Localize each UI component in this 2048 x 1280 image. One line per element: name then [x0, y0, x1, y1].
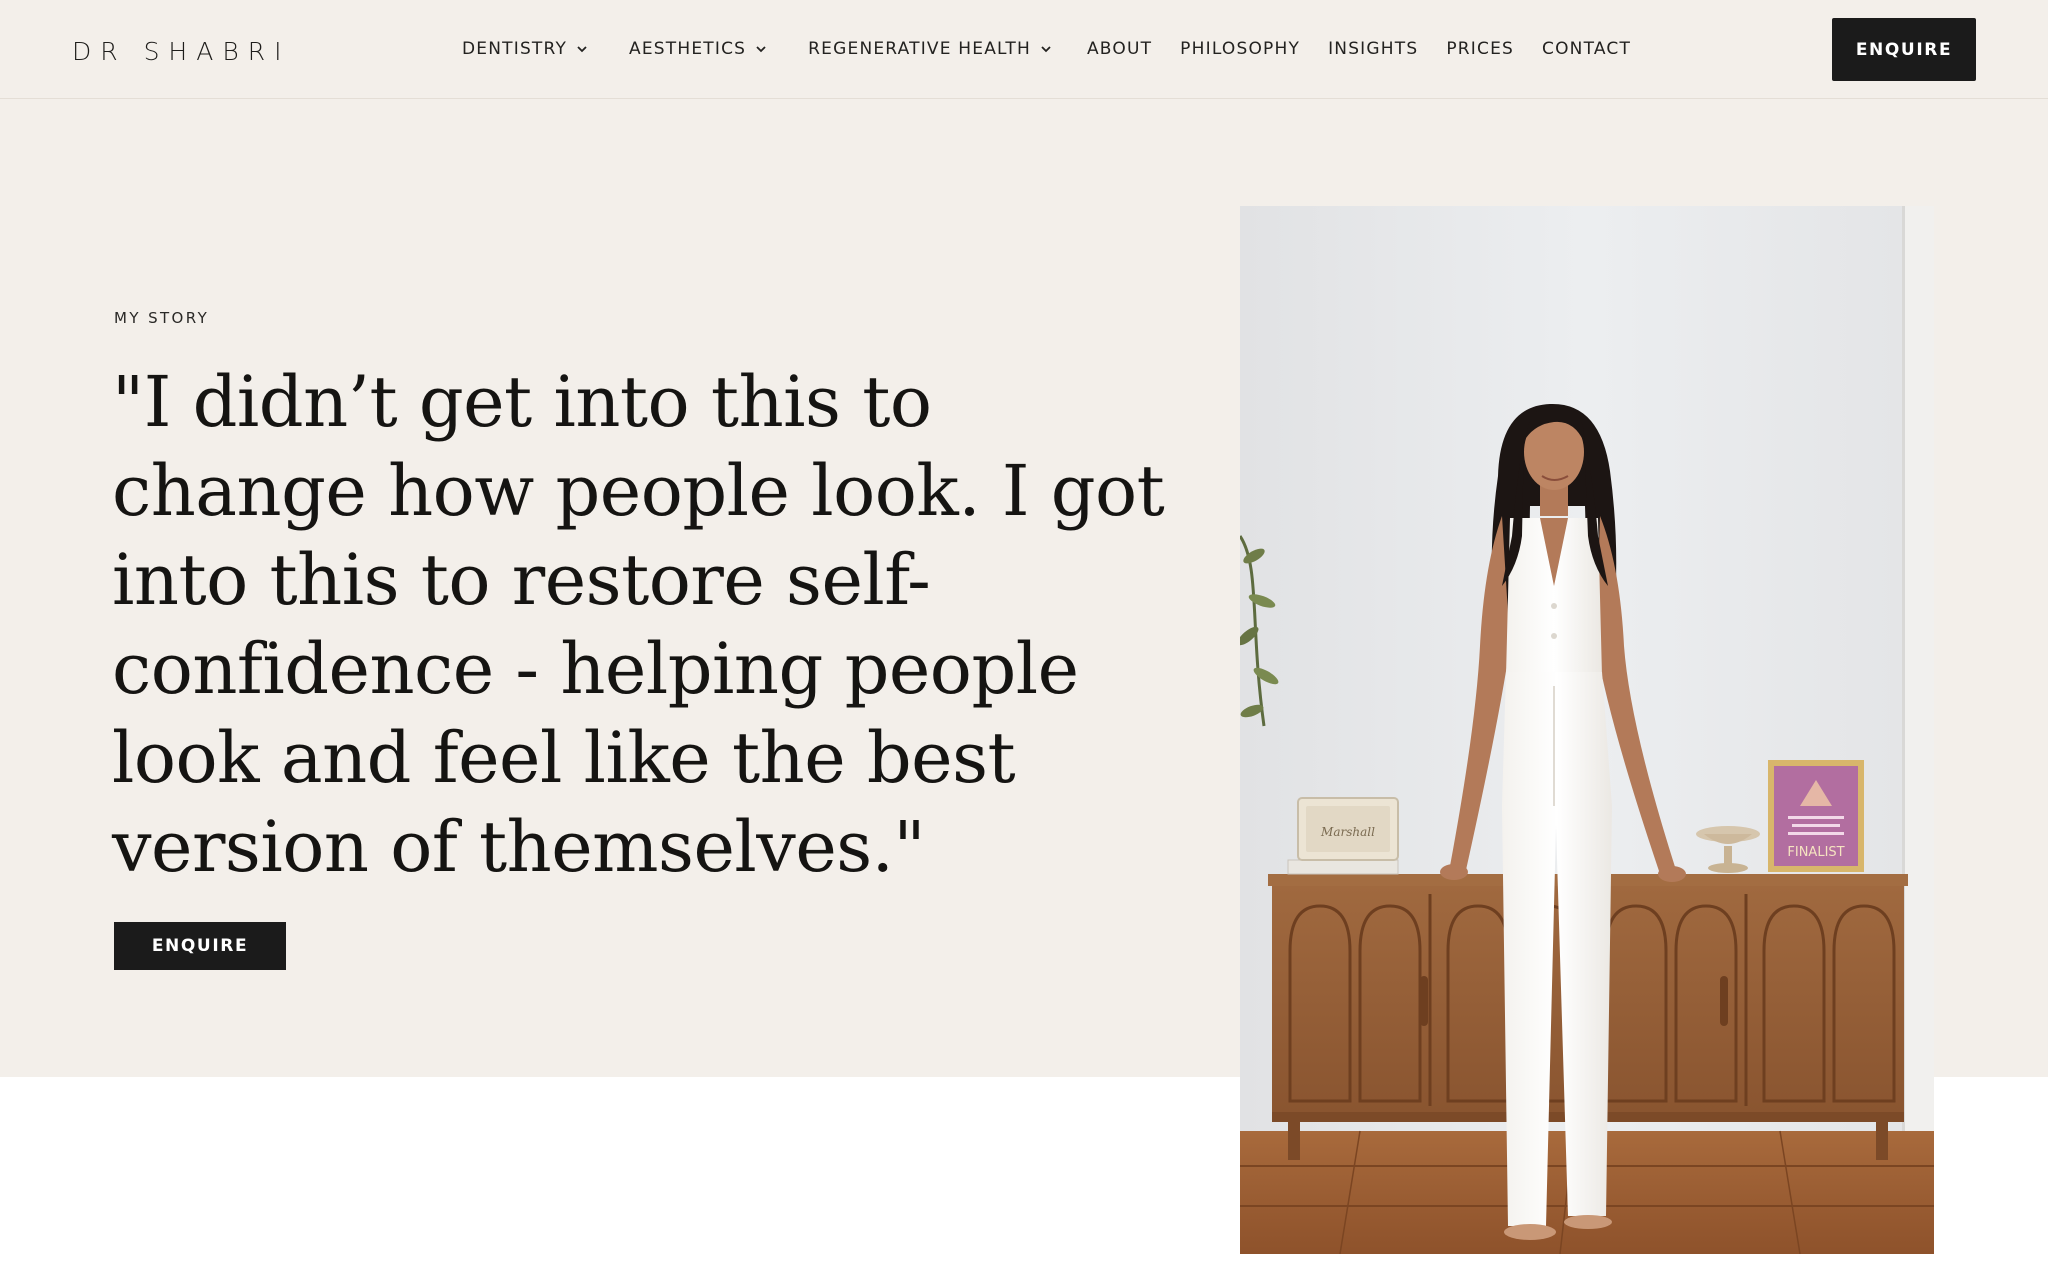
nav-item-label: REGENERATIVE HEALTH: [808, 39, 1031, 59]
nav-item-regenerative-health[interactable]: REGENERATIVE HEALTH: [808, 36, 1053, 62]
main-nav: DENTISTRY AESTHETICS REGENERATIVE HEALTH…: [462, 36, 1631, 62]
nav-item-contact[interactable]: CONTACT: [1542, 36, 1631, 62]
chevron-down-icon: [754, 42, 768, 56]
nav-item-prices[interactable]: PRICES: [1446, 36, 1514, 62]
hero-enquire-button[interactable]: ENQUIRE: [114, 922, 286, 970]
nav-item-label: ABOUT: [1086, 39, 1153, 59]
nav-item-label: PRICES: [1446, 39, 1515, 59]
nav-item-label: CONTACT: [1542, 39, 1632, 59]
nav-item-philosophy[interactable]: PHILOSOPHY: [1180, 36, 1300, 62]
chevron-down-icon: [1039, 42, 1053, 56]
nav-item-insights[interactable]: INSIGHTS: [1328, 36, 1418, 62]
nav-item-about[interactable]: ABOUT: [1087, 36, 1152, 62]
nav-item-aesthetics[interactable]: AESTHETICS: [629, 36, 768, 62]
site-header: DR SHABRI DENTISTRY AESTHETICS REGENERAT…: [0, 0, 2048, 99]
nav-item-label: AESTHETICS: [629, 39, 747, 59]
portrait-photo: Marshall FINALIST: [1240, 206, 1934, 1254]
site-logo[interactable]: DR SHABRI: [72, 36, 290, 68]
hero-quote: "I didn’t get into this to change how pe…: [112, 361, 1165, 888]
nav-item-label: PHILOSOPHY: [1180, 39, 1301, 59]
section-eyebrow: MY STORY: [114, 309, 210, 327]
svg-text:Marshall: Marshall: [1320, 825, 1375, 839]
nav-item-label: DENTISTRY: [462, 39, 568, 59]
svg-text:FINALIST: FINALIST: [1787, 845, 1844, 860]
chevron-down-icon: [575, 42, 589, 56]
award-frame: FINALIST: [1768, 760, 1864, 872]
nav-item-dentistry[interactable]: DENTISTRY: [462, 36, 589, 62]
nav-item-label: INSIGHTS: [1328, 39, 1419, 59]
enquire-button[interactable]: ENQUIRE: [1832, 18, 1976, 81]
